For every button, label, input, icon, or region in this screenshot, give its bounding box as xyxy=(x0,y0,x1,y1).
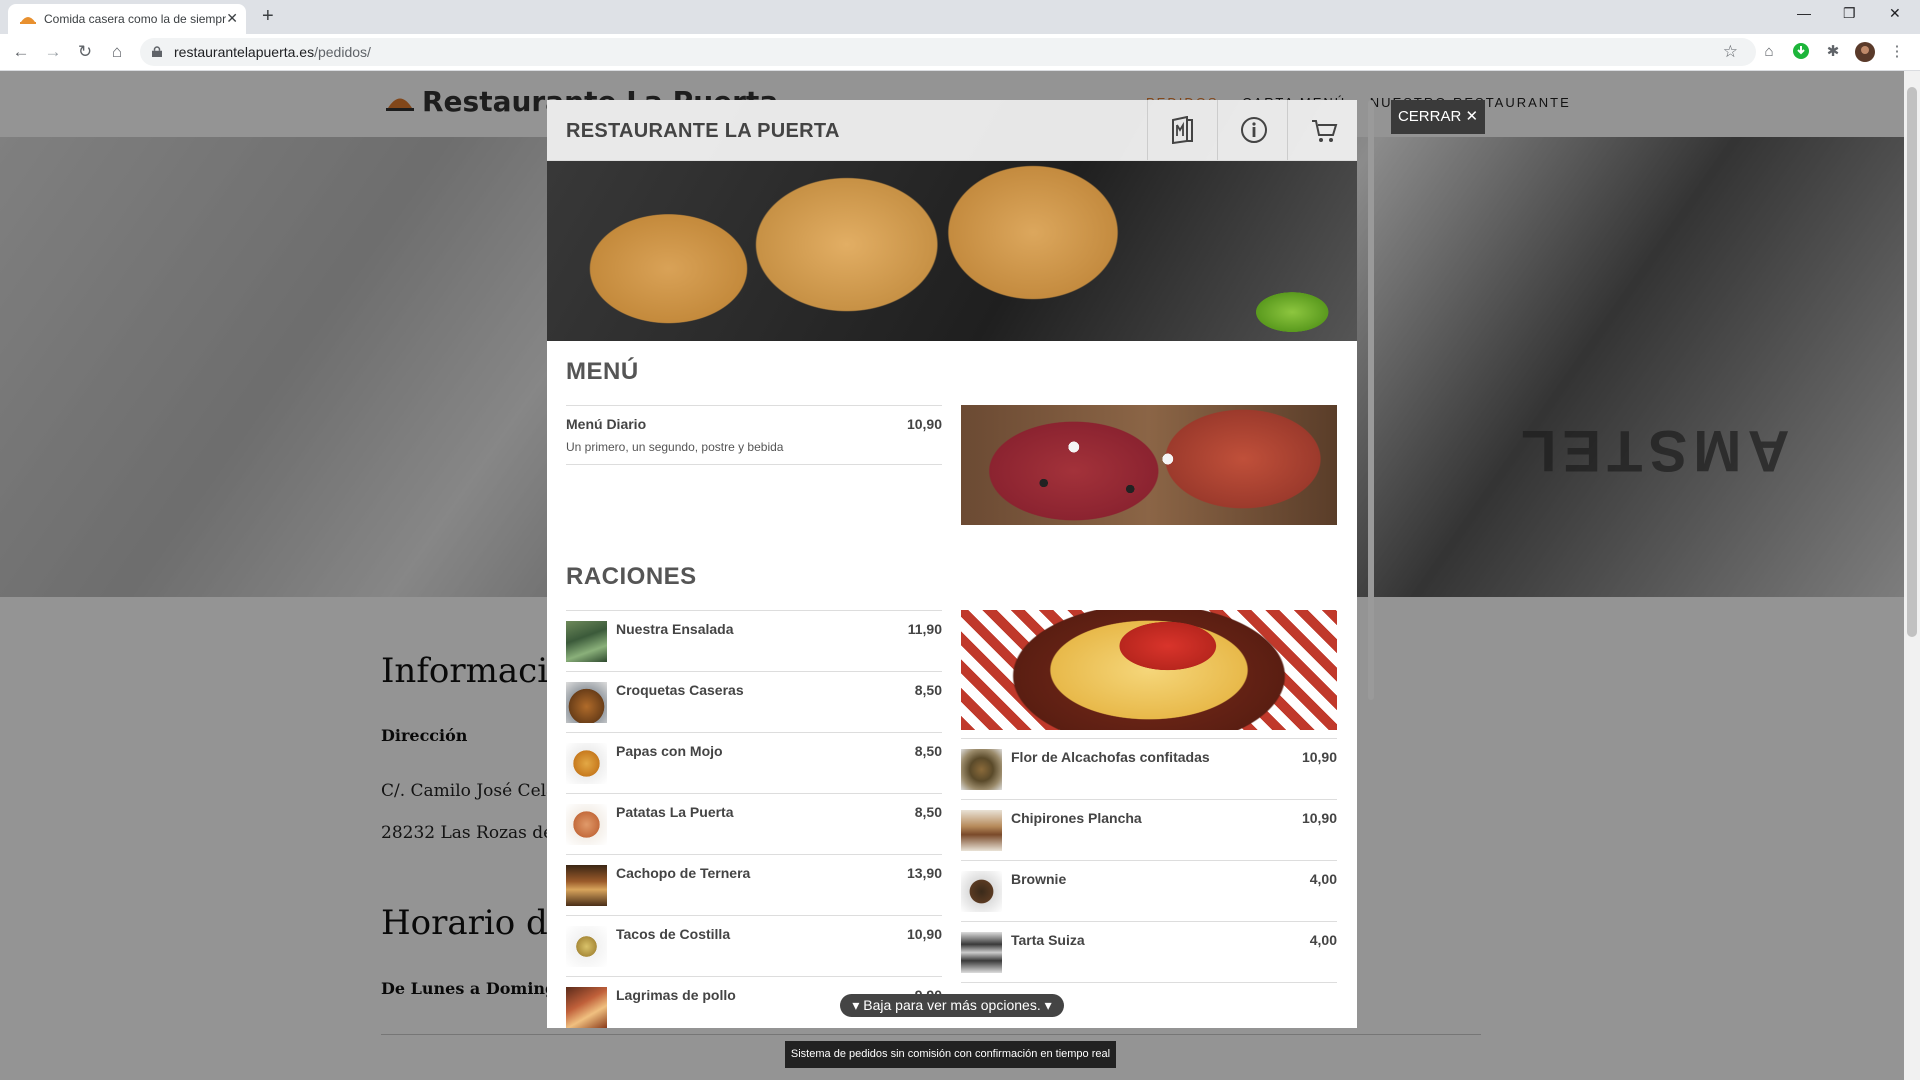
dish-thumbnail xyxy=(961,871,1002,912)
list-item[interactable]: Tacos de Costilla 10,90 xyxy=(566,915,942,976)
info-icon xyxy=(1241,117,1267,143)
dish-thumbnail xyxy=(961,810,1002,851)
browser-menu-icon[interactable]: ⋮ xyxy=(1887,42,1907,62)
restore-icon[interactable]: ❐ xyxy=(1843,5,1856,22)
dish-thumbnail xyxy=(566,926,607,967)
extensions-puzzle-icon[interactable]: ✱ xyxy=(1823,42,1843,62)
order-modal: RESTAURANTE LA PUERTA MENÚ Menú Diario U… xyxy=(547,100,1357,1028)
list-item[interactable]: Papas con Mojo 8,50 xyxy=(566,732,942,793)
address-bar[interactable]: restaurantelapuerta.es/pedidos/ ☆ xyxy=(140,38,1756,66)
footer-message: Sistema de pedidos sin comisión con conf… xyxy=(785,1041,1116,1068)
window-close-icon[interactable]: ✕ xyxy=(1889,5,1901,22)
dish-thumbnail xyxy=(566,682,607,723)
item-name: Papas con Mojo xyxy=(616,743,723,759)
profile-avatar[interactable] xyxy=(1855,42,1875,62)
modal-header: RESTAURANTE LA PUERTA xyxy=(547,100,1357,161)
cart-icon xyxy=(1312,120,1338,142)
item-price: 4,00 xyxy=(1309,871,1337,887)
browser-toolbar: ← → ↻ ⌂ restaurantelapuerta.es/pedidos/ … xyxy=(0,34,1920,71)
menu-book-button[interactable] xyxy=(1147,100,1217,160)
back-icon[interactable]: ← xyxy=(11,42,31,62)
dish-thumbnail xyxy=(961,932,1002,973)
cart-button[interactable] xyxy=(1287,100,1357,160)
pizza-photo xyxy=(961,405,1337,525)
item-price: 4,00 xyxy=(1309,932,1337,948)
pasta-photo xyxy=(961,610,1337,730)
home-icon[interactable]: ⌂ xyxy=(107,42,127,62)
item-price: 13,90 xyxy=(906,865,942,881)
list-item[interactable]: Brownie 4,00 xyxy=(961,860,1337,921)
extension-house-icon[interactable]: ⌂ xyxy=(1759,42,1779,62)
item-name: Tacos de Costilla xyxy=(616,926,731,942)
item-price: 8,50 xyxy=(914,804,942,820)
browser-tabstrip: Comida casera como la de siempre ✕ + ― ❐… xyxy=(0,0,1920,34)
menu-book-icon xyxy=(1172,116,1193,144)
item-price: 8,50 xyxy=(914,743,942,759)
minimize-icon[interactable]: ― xyxy=(1797,5,1811,21)
dish-thumbnail xyxy=(961,749,1002,790)
extension-green-icon[interactable] xyxy=(1791,42,1811,62)
item-description: Un primero, un segundo, postre y bebida xyxy=(566,440,784,454)
close-modal-button[interactable]: CERRAR ✕ xyxy=(1391,100,1485,134)
item-price: 10,90 xyxy=(1301,810,1337,826)
new-tab-icon[interactable]: + xyxy=(262,5,274,28)
item-name: Croquetas Caseras xyxy=(616,682,744,698)
dish-thumbnail xyxy=(566,621,607,662)
close-tab-icon[interactable]: ✕ xyxy=(226,10,238,26)
forward-icon[interactable]: → xyxy=(43,42,63,62)
item-name: Cachopo de Ternera xyxy=(616,865,751,881)
list-item[interactable]: Patatas La Puerta 8,50 xyxy=(566,793,942,854)
item-name: Tarta Suiza xyxy=(1011,932,1085,948)
item-name: Chipirones Plancha xyxy=(1011,810,1142,826)
item-name: Patatas La Puerta xyxy=(616,804,734,820)
reload-icon[interactable]: ↻ xyxy=(75,42,95,62)
item-price: 10,90 xyxy=(906,416,942,432)
item-name: Lagrimas de pollo xyxy=(616,987,736,1003)
dish-thumbnail xyxy=(566,987,607,1028)
section-title-raciones: RACIONES xyxy=(566,563,697,590)
item-name: Flor de Alcachofas confitadas xyxy=(1011,749,1210,765)
modal-scrollbar[interactable] xyxy=(1368,100,1374,700)
section-title-menu: MENÚ xyxy=(566,358,639,385)
item-name: Menú Diario xyxy=(566,416,647,432)
lock-icon xyxy=(152,46,162,57)
dish-thumbnail xyxy=(566,865,607,906)
item-name: Brownie xyxy=(1011,871,1067,887)
menu-item[interactable]: Menú Diario Un primero, un segundo, post… xyxy=(566,405,942,465)
list-item[interactable]: Chipirones Plancha 10,90 xyxy=(961,799,1337,860)
tab-title: Comida casera como la de siempre xyxy=(44,12,226,26)
list-item[interactable]: Tarta Suiza 4,00 xyxy=(961,921,1337,983)
page-scrollbar[interactable] xyxy=(1904,71,1920,1080)
item-price: 10,90 xyxy=(906,926,942,942)
list-item[interactable]: Cachopo de Ternera 13,90 xyxy=(566,854,942,915)
url-text: restaurantelapuerta.es/pedidos/ xyxy=(174,44,371,60)
info-button[interactable] xyxy=(1217,100,1287,160)
restaurant-favicon-icon xyxy=(20,17,36,24)
item-price: 8,50 xyxy=(914,682,942,698)
dish-thumbnail xyxy=(566,743,607,784)
dish-thumbnail xyxy=(566,804,607,845)
modal-title: RESTAURANTE LA PUERTA xyxy=(566,120,840,142)
item-price: 10,90 xyxy=(1301,749,1337,765)
item-price: 11,90 xyxy=(907,621,942,637)
page-scrollbar-thumb[interactable] xyxy=(1907,87,1917,637)
list-item[interactable]: Croquetas Caseras 8,50 xyxy=(566,671,942,732)
item-name: Nuestra Ensalada xyxy=(616,621,734,637)
list-item[interactable]: Flor de Alcachofas confitadas 10,90 xyxy=(961,738,1337,799)
browser-tab[interactable]: Comida casera como la de siempre ✕ xyxy=(8,4,246,34)
scroll-hint: ▾ Baja para ver más opciones. ▾ xyxy=(840,994,1064,1017)
bookmark-star-icon[interactable]: ☆ xyxy=(1723,42,1738,62)
list-item[interactable]: Nuestra Ensalada 11,90 xyxy=(566,610,942,671)
